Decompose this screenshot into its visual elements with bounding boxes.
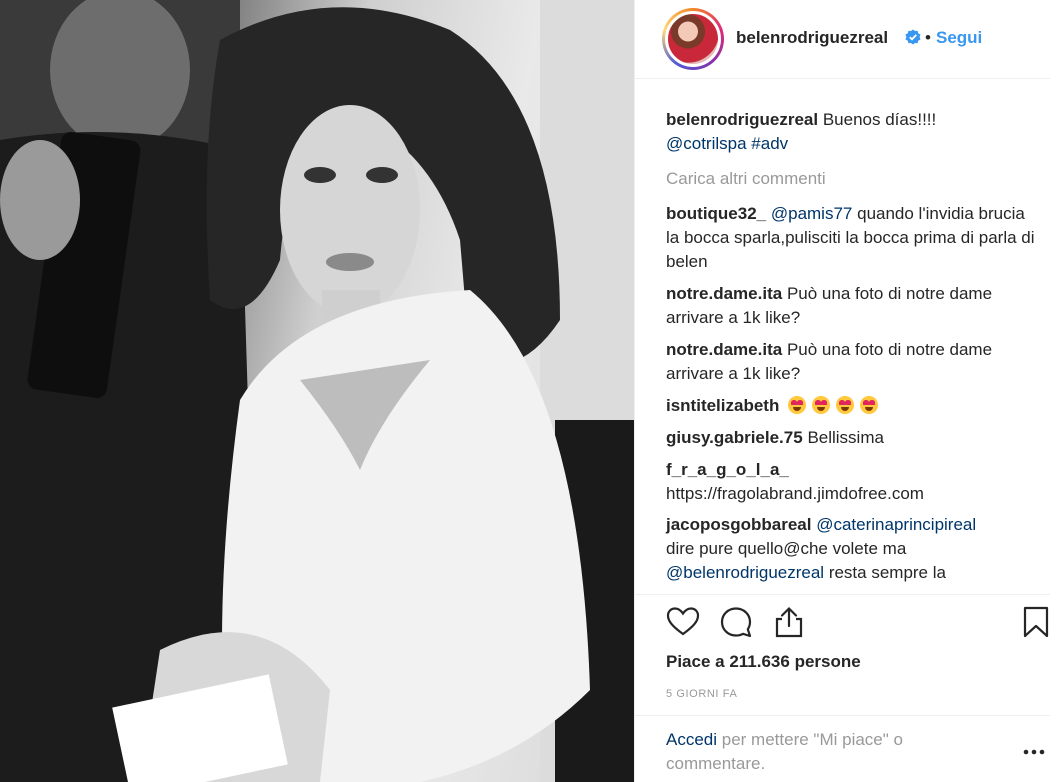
comment-item: giusy.gabriele.75 Bellissima <box>666 426 1036 450</box>
post-date[interactable]: 5 GIORNI FA <box>666 688 737 700</box>
comment-item: notre.dame.ita Può una foto di notre dam… <box>666 338 1036 386</box>
action-bar <box>666 605 1051 645</box>
comment-mention[interactable]: @pamis77 <box>771 204 853 223</box>
comment-text: resta sempre la <box>828 563 946 582</box>
login-prompt: Accedi per mettere "Mi piace" o commenta… <box>666 728 966 776</box>
caption-text: Buenos días!!!! <box>822 110 937 129</box>
verified-badge-icon <box>905 29 921 45</box>
author-username[interactable]: belenrodriguezreal <box>736 28 888 48</box>
comment-text: Bellissima <box>807 428 884 447</box>
heart-eyes-emoji-icon <box>860 396 879 414</box>
comment-item: jacoposgobbareal @caterinaprincipireal d… <box>666 513 1036 585</box>
comment-emojis <box>788 396 884 415</box>
comment-username[interactable]: f_r_a_g_o_l_a_ <box>666 460 789 479</box>
comment-username[interactable]: notre.dame.ita <box>666 284 782 303</box>
comment-username[interactable]: isntitelizabeth <box>666 396 779 415</box>
comment-username[interactable]: boutique32_ <box>666 204 766 223</box>
avatar[interactable] <box>665 11 721 67</box>
login-link[interactable]: Accedi <box>666 730 717 749</box>
share-icon[interactable] <box>772 605 806 639</box>
follow-button[interactable]: Segui <box>936 28 982 48</box>
likes-count[interactable]: Piace a 211.636 persone <box>666 652 861 672</box>
caption-username[interactable]: belenrodriguezreal <box>666 110 818 129</box>
login-divider <box>635 715 1050 716</box>
heart-eyes-emoji-icon <box>788 396 807 414</box>
heart-icon[interactable] <box>666 605 700 639</box>
comment-item: f_r_a_g_o_l_a_ https://fragolabrand.jimd… <box>666 458 1036 506</box>
comment-item: notre.dame.ita Può una foto di notre dam… <box>666 282 1036 330</box>
post-photo[interactable] <box>0 0 634 782</box>
caption: belenrodriguezreal Buenos días!!!! @cotr… <box>666 108 1036 156</box>
comment-username[interactable]: notre.dame.ita <box>666 340 782 359</box>
caption-mention[interactable]: @cotrilspa <box>666 134 747 153</box>
comment-text: dire pure quello@che volete ma <box>666 539 907 558</box>
heart-eyes-emoji-icon <box>836 396 855 414</box>
comment-mention[interactable]: @belenrodriguezreal <box>666 563 824 582</box>
heart-eyes-emoji-icon <box>812 396 831 414</box>
comment-username[interactable]: jacoposgobbareal <box>666 515 811 534</box>
load-more-comments[interactable]: Carica altri commenti <box>666 167 826 191</box>
separator-dot: • <box>925 28 931 47</box>
comment-item: boutique32_ @pamis77 quando l'invidia br… <box>666 202 1036 274</box>
panel-divider <box>634 0 635 782</box>
caption-hashtag[interactable]: #adv <box>751 134 788 153</box>
post-header: belenrodriguezreal • Segui <box>635 0 1060 78</box>
avatar-story-ring[interactable] <box>662 8 724 70</box>
photo-illustration <box>0 0 634 782</box>
comment-mention[interactable]: @caterinaprincipireal <box>816 515 976 534</box>
more-options-icon[interactable] <box>1022 748 1046 756</box>
comment-icon[interactable] <box>719 605 753 639</box>
comment-item: isntitelizabeth <box>666 394 1036 418</box>
comment-text: https://fragolabrand.jimdofree.com <box>666 484 924 503</box>
actions-divider <box>635 594 1050 595</box>
header-divider <box>635 78 1050 79</box>
bookmark-icon[interactable] <box>1019 605 1053 639</box>
comment-username[interactable]: giusy.gabriele.75 <box>666 428 803 447</box>
